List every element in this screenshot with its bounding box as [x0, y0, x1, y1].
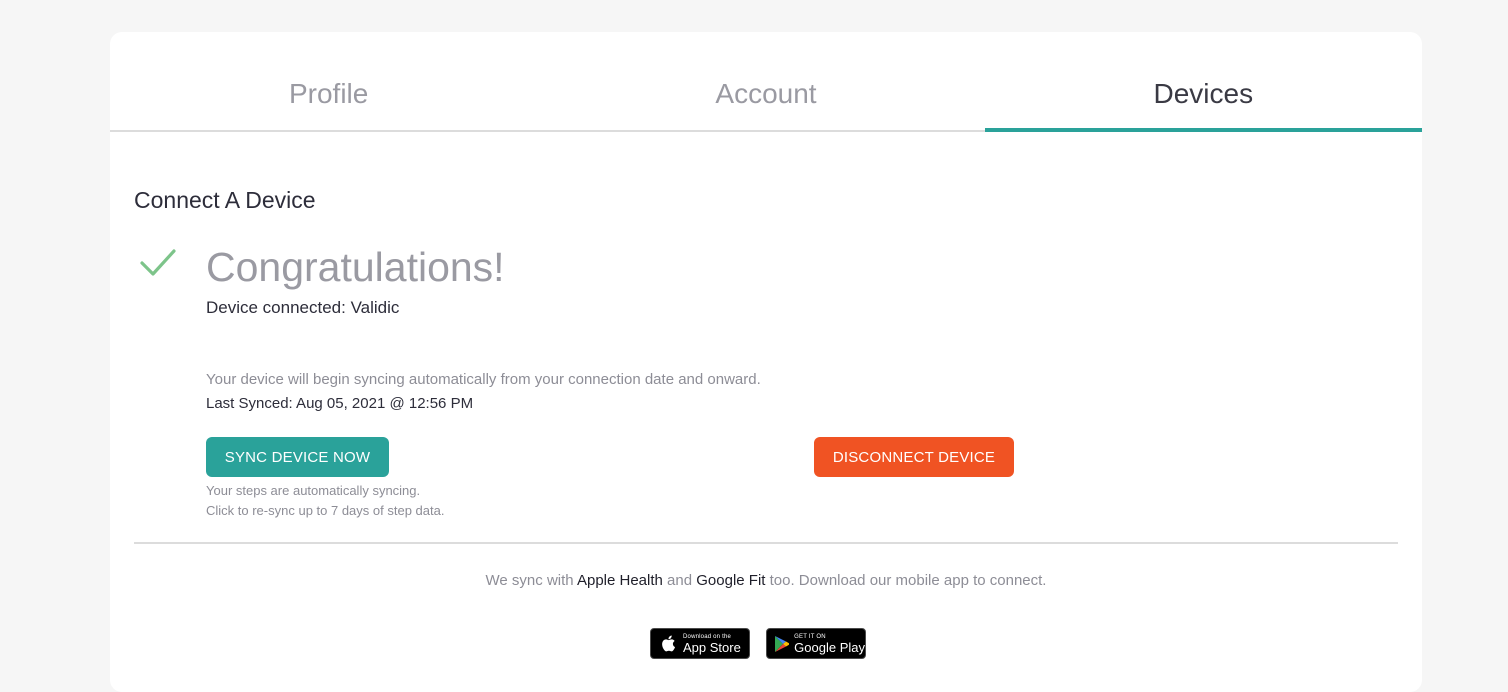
app-store-badge[interactable]: Download on the App Store	[650, 628, 750, 659]
mobile-sync-text: We sync with Apple Health and Google Fit…	[110, 572, 1422, 589]
checkmark-icon	[138, 246, 178, 280]
google-play-big-text: Google Play	[794, 639, 865, 655]
google-play-badge[interactable]: GET IT ON Google Play	[766, 628, 866, 659]
mobile-suffix: too. Download our mobile app to connect.	[769, 572, 1047, 589]
google-play-logo-icon	[773, 633, 790, 655]
section-title: Connect A Device	[134, 187, 316, 213]
devices-card: Profile Account Devices Connect A Device…	[110, 32, 1423, 692]
tab-bar: Profile Account Devices	[110, 32, 1423, 132]
tab-devices-label: Devices	[1153, 78, 1254, 109]
tab-devices[interactable]: Devices	[984, 32, 1423, 132]
last-synced-text: Last Synced: Aug 05, 2021 @ 12:56 PM	[206, 395, 474, 412]
sync-info-text: Your device will begin syncing automatic…	[206, 371, 761, 388]
google-fit-label: Google Fit	[696, 572, 766, 589]
tab-profile-label: Profile	[288, 78, 369, 109]
sync-help-line: Your steps are automatically syncing.	[206, 483, 421, 498]
google-play-small-text: GET IT ON	[794, 633, 826, 640]
sync-help-text: Your steps are automatically syncing. Cl…	[206, 481, 444, 521]
divider	[134, 542, 1398, 544]
app-store-big-text: App Store	[683, 639, 741, 655]
mobile-prefix: We sync with	[485, 572, 574, 589]
congratulations-heading: Congratulations!	[206, 244, 505, 290]
app-store-small-text: Download on the	[683, 633, 732, 640]
apple-logo-icon	[657, 633, 679, 655]
apple-health-label: Apple Health	[576, 572, 663, 589]
mobile-and: and	[667, 572, 693, 589]
tab-profile[interactable]: Profile	[110, 32, 547, 130]
tab-account-label: Account	[715, 78, 817, 109]
tab-account[interactable]: Account	[547, 32, 984, 130]
sync-help-line: Click to re-sync up to 7 days of step da…	[206, 503, 445, 518]
disconnect-device-button[interactable]: DISCONNECT DEVICE	[814, 437, 1014, 477]
sync-device-button[interactable]: SYNC DEVICE NOW	[206, 437, 389, 477]
device-connected-text: Device connected: Validic	[206, 298, 400, 317]
